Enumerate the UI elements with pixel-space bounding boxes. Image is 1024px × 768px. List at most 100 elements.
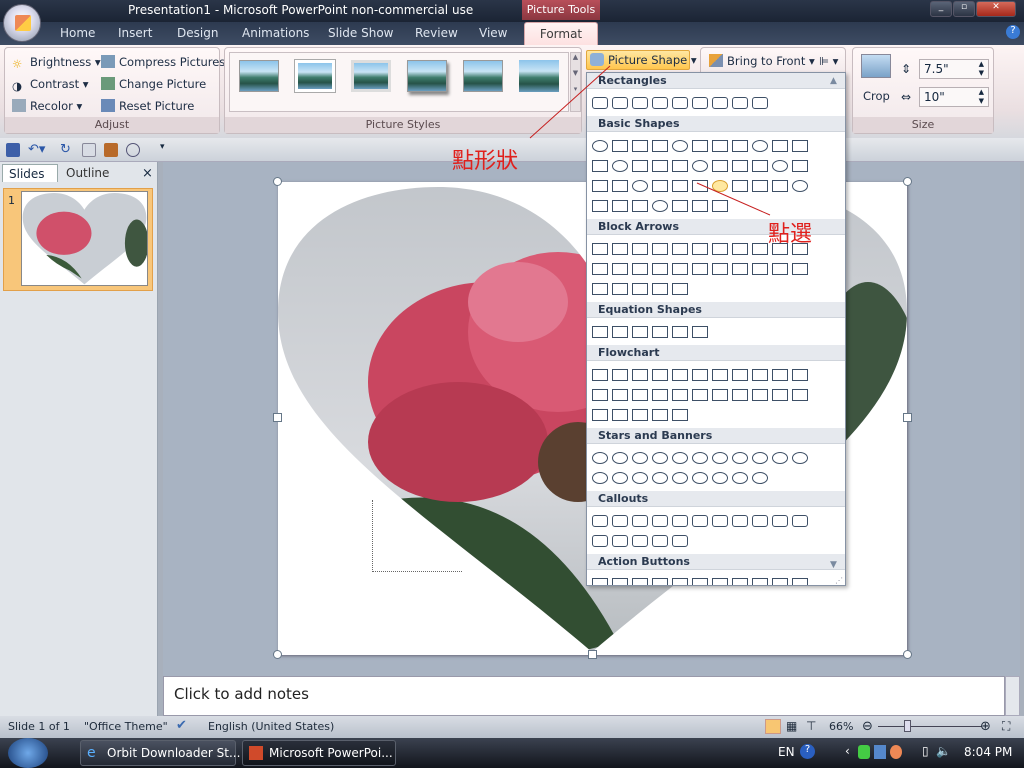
minimize-button[interactable]: _ <box>930 1 952 17</box>
shape-option-icon[interactable] <box>672 389 688 401</box>
shape-option-icon[interactable] <box>752 140 768 152</box>
normal-view-icon[interactable] <box>765 719 781 734</box>
shape-option-icon[interactable] <box>692 160 708 172</box>
shape-option-icon[interactable] <box>612 452 628 464</box>
shape-option-icon[interactable] <box>692 200 708 212</box>
shape-option-icon[interactable] <box>792 452 808 464</box>
shape-option-icon[interactable] <box>672 369 688 381</box>
shape-option-icon[interactable] <box>612 243 628 255</box>
shape-option-icon[interactable] <box>632 452 648 464</box>
shape-option-icon[interactable] <box>772 160 788 172</box>
tab-insert[interactable]: Insert <box>118 26 152 40</box>
save-icon[interactable] <box>6 143 20 157</box>
shape-option-icon[interactable] <box>592 180 608 192</box>
shape-option-icon[interactable] <box>592 389 608 401</box>
shape-option-icon[interactable] <box>712 180 728 192</box>
zoom-in-button[interactable]: ⊕ <box>980 719 991 734</box>
tab-slides[interactable]: Slides <box>2 164 58 182</box>
shape-option-icon[interactable] <box>612 97 628 109</box>
shape-option-icon[interactable] <box>632 140 648 152</box>
shape-option-icon[interactable] <box>692 180 708 192</box>
align-button[interactable]: ⊫ ▾ <box>819 54 838 68</box>
shape-option-icon[interactable] <box>752 160 768 172</box>
gallery-scroll[interactable]: ▲ ▼ ▾ <box>570 52 581 112</box>
shape-option-icon[interactable] <box>612 515 628 527</box>
shape-option-icon[interactable] <box>672 578 688 585</box>
tab-home[interactable]: Home <box>60 26 95 40</box>
contrast-button[interactable]: ◑ Contrast ▾ <box>12 77 89 93</box>
shape-option-icon[interactable] <box>752 389 768 401</box>
shape-option-icon[interactable] <box>612 200 628 212</box>
shape-option-icon[interactable] <box>632 389 648 401</box>
shape-option-icon[interactable] <box>632 472 648 484</box>
shape-option-icon[interactable] <box>592 160 608 172</box>
tab-slide-show[interactable]: Slide Show <box>328 26 393 40</box>
shape-option-icon[interactable] <box>672 452 688 464</box>
shape-option-icon[interactable] <box>732 369 748 381</box>
print-preview-icon[interactable] <box>82 143 96 157</box>
width-input[interactable]: 10" ▲ ▼ <box>919 87 989 107</box>
shape-option-icon[interactable] <box>792 389 808 401</box>
taskbar-item-powerpoint[interactable]: Microsoft PowerPoi... <box>242 740 396 766</box>
shape-option-icon[interactable] <box>612 180 628 192</box>
shape-option-icon[interactable] <box>752 472 768 484</box>
picture-shape-button[interactable]: Picture Shape ▾ <box>586 50 697 70</box>
shape-option-icon[interactable] <box>712 389 728 401</box>
crop-button[interactable]: Crop <box>863 89 890 103</box>
shape-option-icon[interactable] <box>652 535 668 547</box>
shape-option-icon[interactable] <box>632 535 648 547</box>
resize-handle[interactable] <box>903 413 912 422</box>
shape-option-icon[interactable] <box>612 263 628 275</box>
shape-option-icon[interactable] <box>672 200 688 212</box>
shape-option-icon[interactable] <box>672 283 688 295</box>
shape-option-icon[interactable] <box>692 452 708 464</box>
shape-option-icon[interactable] <box>672 243 688 255</box>
shape-option-icon[interactable] <box>592 578 608 585</box>
shape-option-icon[interactable] <box>792 140 808 152</box>
shape-option-icon[interactable] <box>732 263 748 275</box>
show-hidden-icons[interactable]: ‹ <box>845 744 850 758</box>
menu-scroll-up[interactable]: ▲ <box>830 76 837 86</box>
shape-option-icon[interactable] <box>652 200 668 212</box>
shape-option-icon[interactable] <box>792 180 808 192</box>
undo-icon[interactable]: ↶▾ <box>28 142 45 157</box>
shape-option-icon[interactable] <box>712 140 728 152</box>
power-tray-icon[interactable]: ▯ <box>922 744 929 758</box>
shape-option-icon[interactable] <box>732 160 748 172</box>
width-spinner[interactable]: ▲ ▼ <box>979 88 984 106</box>
style-thumb[interactable] <box>463 60 503 92</box>
bring-to-front-button[interactable]: Bring to Front ▾ <box>709 54 815 68</box>
shape-option-icon[interactable] <box>692 140 708 152</box>
style-thumb[interactable] <box>519 60 559 92</box>
shape-option-icon[interactable] <box>592 283 608 295</box>
spell-check-icon[interactable]: ✔ <box>176 718 187 733</box>
shape-option-icon[interactable] <box>632 369 648 381</box>
resize-handle[interactable] <box>588 650 597 659</box>
shape-option-icon[interactable] <box>592 409 608 421</box>
shape-option-icon[interactable] <box>632 283 648 295</box>
shape-option-icon[interactable] <box>592 200 608 212</box>
shape-option-icon[interactable] <box>632 97 648 109</box>
language-indicator[interactable]: EN <box>778 745 795 759</box>
shape-option-icon[interactable] <box>692 515 708 527</box>
shape-option-icon[interactable] <box>712 160 728 172</box>
shape-option-icon[interactable] <box>792 578 808 585</box>
shape-option-icon[interactable] <box>632 243 648 255</box>
shape-option-icon[interactable] <box>632 263 648 275</box>
brightness-button[interactable]: ☼ Brightness ▾ <box>12 55 101 71</box>
shape-option-icon[interactable] <box>592 326 608 338</box>
shape-option-icon[interactable] <box>712 243 728 255</box>
shape-option-icon[interactable] <box>632 515 648 527</box>
shape-option-icon[interactable] <box>772 515 788 527</box>
shape-option-icon[interactable] <box>592 140 608 152</box>
shape-option-icon[interactable] <box>672 515 688 527</box>
shape-option-icon[interactable] <box>632 160 648 172</box>
shape-option-icon[interactable] <box>692 243 708 255</box>
shape-option-icon[interactable] <box>672 180 688 192</box>
shape-option-icon[interactable] <box>592 452 608 464</box>
shape-option-icon[interactable] <box>752 180 768 192</box>
slide-sorter-icon[interactable]: ▦ <box>786 719 797 733</box>
shape-option-icon[interactable] <box>612 409 628 421</box>
shape-option-icon[interactable] <box>772 578 788 585</box>
tab-design[interactable]: Design <box>177 26 218 40</box>
